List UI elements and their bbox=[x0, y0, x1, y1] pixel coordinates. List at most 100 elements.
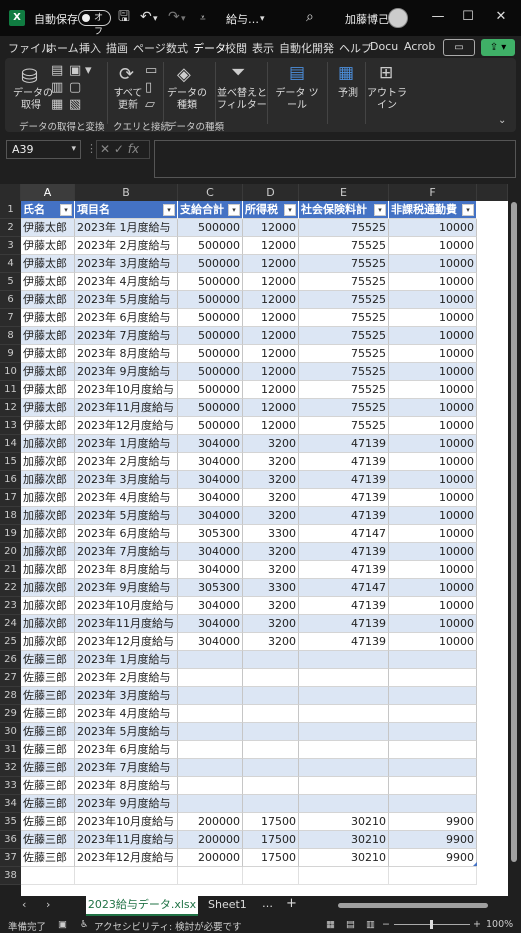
tab-automate[interactable]: 自動化 bbox=[279, 40, 312, 56]
cell-name[interactable]: 加藤次郎 bbox=[21, 579, 75, 597]
sort-filter-button[interactable]: 並べ替えと フィルター bbox=[217, 88, 267, 112]
empty-cell[interactable] bbox=[299, 867, 389, 885]
cell-social-insurance[interactable]: 47139 bbox=[299, 435, 389, 453]
page-layout-view-icon[interactable]: ▤ bbox=[346, 919, 355, 930]
tab-draw[interactable]: 描画 bbox=[106, 40, 128, 56]
cell-income-tax[interactable]: 12000 bbox=[243, 219, 299, 237]
from-picture-icon[interactable]: ▧ bbox=[69, 98, 81, 112]
cell-income-tax[interactable]: 12000 bbox=[243, 363, 299, 381]
cell-income-tax[interactable]: 12000 bbox=[243, 381, 299, 399]
zoom-slider[interactable] bbox=[394, 920, 470, 929]
collapse-ribbon-icon[interactable]: ⌄ bbox=[498, 114, 506, 128]
forecast-button[interactable]: 予測 bbox=[331, 88, 365, 100]
cell-total[interactable]: 304000 bbox=[178, 615, 243, 633]
cell-commute[interactable]: 10000 bbox=[389, 507, 477, 525]
share-button[interactable]: ⇪ ▾ bbox=[481, 39, 515, 56]
row-header[interactable]: 13 bbox=[0, 417, 21, 435]
cell-social-insurance[interactable]: 75525 bbox=[299, 417, 389, 435]
cell-income-tax[interactable] bbox=[243, 651, 299, 669]
filter-dropdown-icon[interactable]: ▾ bbox=[462, 204, 474, 216]
cell-total[interactable]: 500000 bbox=[178, 327, 243, 345]
cell-name[interactable]: 伊藤太郎 bbox=[21, 345, 75, 363]
sheet-tab-sheet1[interactable]: Sheet1 bbox=[208, 898, 247, 911]
cell-total[interactable]: 500000 bbox=[178, 345, 243, 363]
cell-name[interactable]: 佐藤三郎 bbox=[21, 777, 75, 795]
row-header[interactable]: 1 bbox=[0, 201, 21, 219]
comments-button[interactable]: ▭ bbox=[443, 39, 475, 56]
cell-item[interactable]: 2023年 9月度給与 bbox=[75, 795, 178, 813]
table-header-cell[interactable]: 非課税通勤費 ▾ bbox=[389, 201, 477, 219]
cell-social-insurance[interactable]: 75525 bbox=[299, 219, 389, 237]
cell-income-tax[interactable]: 17500 bbox=[243, 813, 299, 831]
cell-item[interactable]: 2023年 3月度給与 bbox=[75, 687, 178, 705]
cell-name[interactable]: 伊藤太郎 bbox=[21, 309, 75, 327]
cell-item[interactable]: 2023年 4月度給与 bbox=[75, 273, 178, 291]
empty-cell[interactable] bbox=[21, 867, 75, 885]
cell-name[interactable]: 加藤次郎 bbox=[21, 561, 75, 579]
row-header[interactable]: 34 bbox=[0, 795, 21, 813]
cell-social-insurance[interactable] bbox=[299, 741, 389, 759]
cell-income-tax[interactable] bbox=[243, 669, 299, 687]
zoom-out-icon[interactable]: − bbox=[382, 919, 390, 930]
properties-icon[interactable]: ▯ bbox=[145, 81, 152, 95]
cell-item[interactable]: 2023年 4月度給与 bbox=[75, 489, 178, 507]
user-name[interactable]: 加藤博己 bbox=[345, 11, 389, 27]
cell-name[interactable]: 佐藤三郎 bbox=[21, 813, 75, 831]
sheet-tab-active[interactable]: 2023給与データ.xlsx bbox=[86, 896, 198, 916]
row-header[interactable]: 20 bbox=[0, 543, 21, 561]
cell-income-tax[interactable]: 12000 bbox=[243, 345, 299, 363]
add-sheet-icon[interactable]: + bbox=[286, 896, 297, 911]
cell-name[interactable]: 佐藤三郎 bbox=[21, 849, 75, 867]
cell-item[interactable]: 2023年 3月度給与 bbox=[75, 471, 178, 489]
cell-item[interactable]: 2023年 8月度給与 bbox=[75, 345, 178, 363]
cell-name[interactable]: 伊藤太郎 bbox=[21, 291, 75, 309]
row-header[interactable]: 36 bbox=[0, 831, 21, 849]
cell-name[interactable]: 佐藤三郎 bbox=[21, 669, 75, 687]
sheet-cells[interactable]: 氏名 ▾ 項目名 ▾ 支給合計 ▾ 所得税 ▾ 社会保険料計 ▾ 非課税通勤費 ▾ 伊藤太郎 2023年 … bbox=[21, 201, 508, 896]
cell-commute[interactable]: 10000 bbox=[389, 561, 477, 579]
cell-social-insurance[interactable]: 47147 bbox=[299, 525, 389, 543]
cell-social-insurance[interactable]: 47139 bbox=[299, 561, 389, 579]
macro-record-icon[interactable]: ▣ bbox=[58, 919, 67, 930]
cell-name[interactable]: 伊藤太郎 bbox=[21, 417, 75, 435]
table-header-cell[interactable]: 社会保険料計 ▾ bbox=[299, 201, 389, 219]
row-header[interactable]: 28 bbox=[0, 687, 21, 705]
row-header[interactable]: 9 bbox=[0, 345, 21, 363]
cell-commute[interactable]: 10000 bbox=[389, 417, 477, 435]
cell-commute[interactable]: 10000 bbox=[389, 543, 477, 561]
tab-acrobat[interactable]: Acrob bbox=[404, 40, 435, 53]
column-header-d[interactable]: D bbox=[243, 184, 299, 201]
column-header-g[interactable] bbox=[477, 184, 508, 201]
cell-commute[interactable]: 9900 bbox=[389, 849, 477, 867]
cell-item[interactable]: 2023年10月度給与 bbox=[75, 813, 178, 831]
save-icon[interactable]: 🖫 bbox=[118, 8, 130, 26]
row-header[interactable]: 31 bbox=[0, 741, 21, 759]
cell-income-tax[interactable]: 3200 bbox=[243, 471, 299, 489]
cell-total[interactable]: 500000 bbox=[178, 219, 243, 237]
cell-total[interactable] bbox=[178, 741, 243, 759]
cell-item[interactable]: 2023年 6月度給与 bbox=[75, 741, 178, 759]
cell-item[interactable]: 2023年 9月度給与 bbox=[75, 579, 178, 597]
cell-total[interactable] bbox=[178, 669, 243, 687]
cell-commute[interactable]: 10000 bbox=[389, 345, 477, 363]
cell-commute[interactable] bbox=[389, 795, 477, 813]
empty-cell[interactable] bbox=[75, 867, 178, 885]
cell-name[interactable]: 伊藤太郎 bbox=[21, 255, 75, 273]
horizontal-scrollbar[interactable] bbox=[330, 901, 510, 910]
row-header[interactable]: 33 bbox=[0, 777, 21, 795]
from-web-icon[interactable]: ▥ bbox=[51, 81, 63, 95]
page-break-view-icon[interactable]: ▥ bbox=[366, 919, 375, 930]
empty-cell[interactable] bbox=[389, 867, 477, 885]
cell-income-tax[interactable]: 3200 bbox=[243, 615, 299, 633]
cell-total[interactable]: 500000 bbox=[178, 399, 243, 417]
row-header[interactable]: 30 bbox=[0, 723, 21, 741]
refresh-all-button[interactable]: すべて 更新 bbox=[109, 88, 147, 112]
cell-social-insurance[interactable]: 75525 bbox=[299, 363, 389, 381]
row-header[interactable]: 27 bbox=[0, 669, 21, 687]
edit-links-icon[interactable]: ▱ bbox=[145, 98, 155, 112]
row-header[interactable]: 17 bbox=[0, 489, 21, 507]
cell-total[interactable] bbox=[178, 651, 243, 669]
accessibility-icon[interactable]: ♿ bbox=[80, 919, 89, 930]
cell-total[interactable] bbox=[178, 795, 243, 813]
title-dropdown-icon[interactable]: ▾ bbox=[260, 10, 265, 28]
